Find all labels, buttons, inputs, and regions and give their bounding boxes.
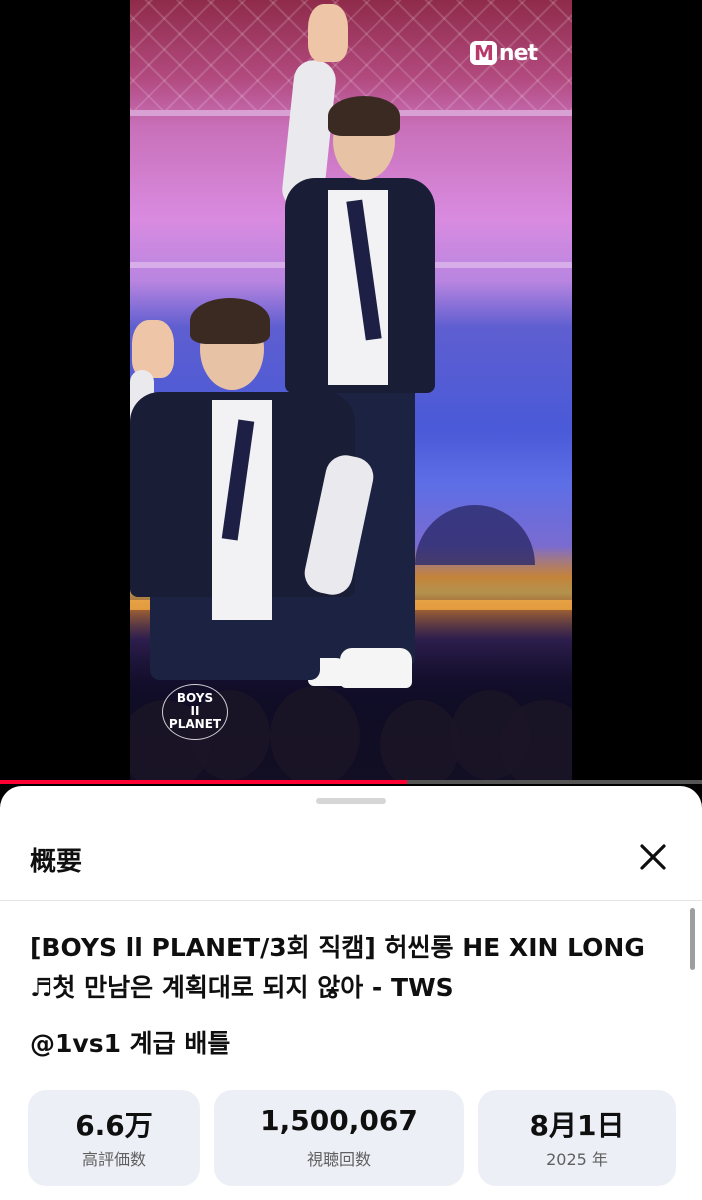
bp-logo-line: PLANET bbox=[168, 717, 222, 731]
stat-label: 視聴回数 bbox=[306, 1150, 371, 1169]
stage-dome bbox=[415, 505, 535, 565]
stat-views: 1,500,067 視聴回数 bbox=[214, 1090, 464, 1186]
audience-head bbox=[270, 686, 360, 780]
stat-value: 6.6万 bbox=[75, 1109, 153, 1142]
stat-label: 2025 年 bbox=[546, 1150, 608, 1169]
close-button[interactable] bbox=[634, 838, 672, 876]
description-sheet: 概要 [BOYS ll PLANET/3회 직캠] 허씬롱 HE XIN LON… bbox=[0, 786, 702, 1200]
scrollbar[interactable] bbox=[690, 908, 695, 970]
mnet-logo-text: net bbox=[498, 40, 538, 66]
sheet-drag-handle[interactable] bbox=[316, 798, 386, 804]
progress-bar-played bbox=[0, 780, 408, 784]
video-title: [BOYS ll PLANET/3회 직캠] 허씬롱 HE XIN LONG ♬… bbox=[30, 933, 645, 1002]
stats-row: 6.6万 高評価数 1,500,067 視聴回数 8月1日 2025 年 bbox=[28, 1090, 676, 1186]
stat-value: 8月1日 bbox=[529, 1109, 625, 1142]
stat-date: 8月1日 2025 年 bbox=[478, 1090, 676, 1186]
header-divider bbox=[0, 900, 702, 901]
channel-line[interactable]: @1vs1 계급 배틀 bbox=[30, 1024, 230, 1060]
video-frame[interactable] bbox=[130, 0, 572, 780]
close-icon bbox=[640, 844, 666, 870]
mnet-logo: Mnet bbox=[470, 38, 538, 68]
stat-label: 高評価数 bbox=[81, 1150, 146, 1169]
stat-likes: 6.6万 高評価数 bbox=[28, 1090, 200, 1186]
stat-value: 1,500,067 bbox=[260, 1104, 418, 1137]
progress-bar[interactable] bbox=[0, 780, 702, 784]
sheet-title: 概要 bbox=[30, 847, 83, 877]
audience-head bbox=[380, 700, 460, 780]
boys-planet-logo: BOYS II PLANET bbox=[160, 682, 230, 742]
video-player[interactable]: Mnet BOYS II PLANET bbox=[0, 0, 702, 784]
